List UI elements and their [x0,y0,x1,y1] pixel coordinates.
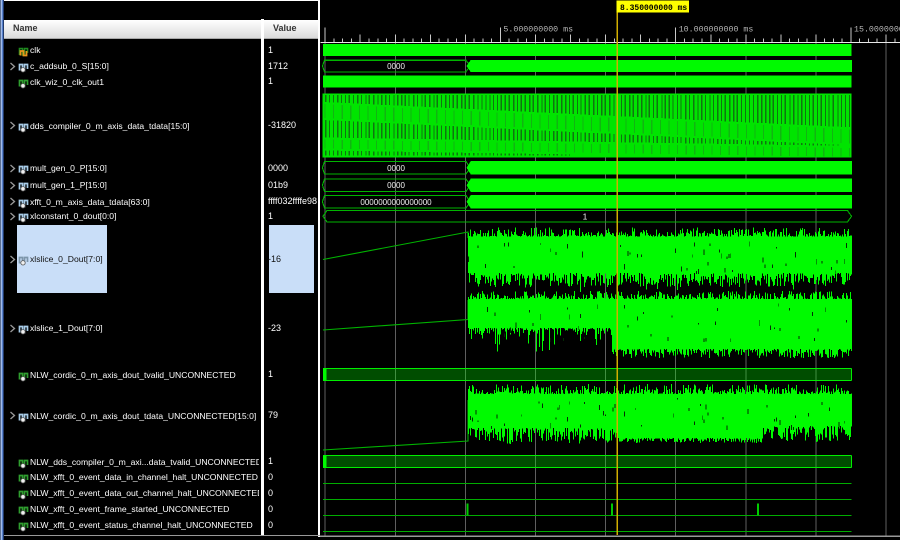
svg-text:8.350000000 ms: 8.350000000 ms [620,4,687,13]
svg-text:5.000000000 ms: 5.000000000 ms [503,26,573,35]
svg-text:10.000000000 ms: 10.000000000 ms [679,26,754,35]
svg-text:0000: 0000 [387,164,405,173]
svg-text:1: 1 [583,211,588,221]
svg-text:0000: 0000 [387,62,405,71]
svg-text:0000000000000000: 0000000000000000 [360,198,432,207]
svg-text:15.0000000: 15.0000000 [854,26,900,35]
svg-text:0000: 0000 [387,181,405,190]
